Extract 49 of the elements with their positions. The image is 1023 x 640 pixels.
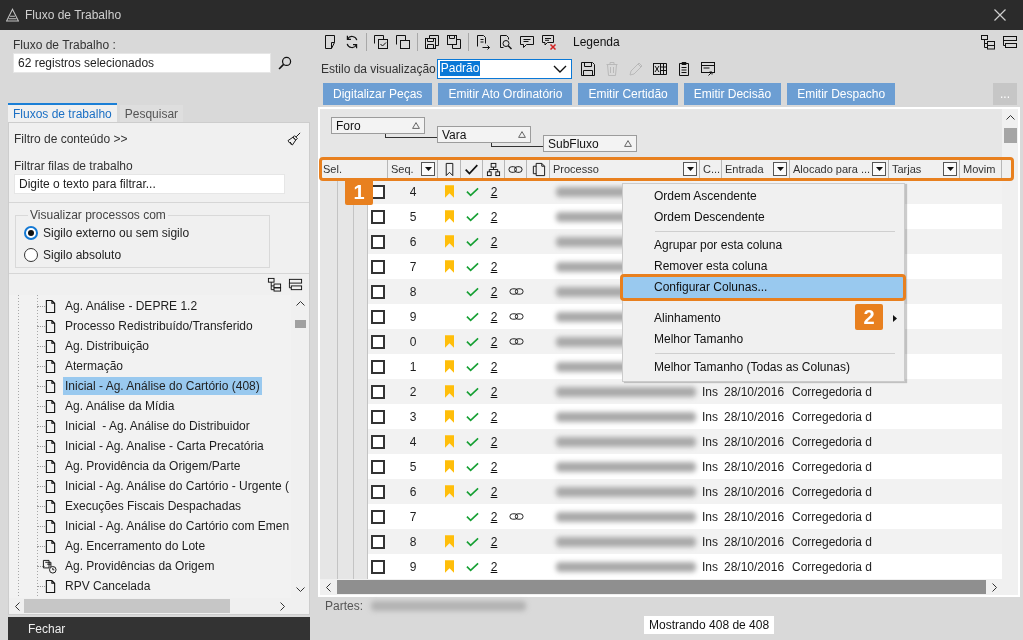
table-cell: 8 — [409, 534, 417, 549]
table-cell-text: 28/10/2016 — [723, 384, 785, 399]
table-cell-text: Corregedoria d — [791, 384, 873, 399]
table-cell-text: Corregedoria d — [791, 484, 873, 499]
table-cell-text: Corregedoria d — [791, 559, 873, 574]
table-cell-text: 28/10/2016 — [723, 484, 785, 499]
table-cell-text: Ins — [701, 409, 718, 424]
table-cell-text: 28/10/2016 — [723, 534, 785, 549]
table-cell: 4 — [409, 184, 417, 199]
table-cell: 9 — [409, 559, 417, 574]
table-cell-text: Ins — [701, 559, 718, 574]
table-cell: 1 — [409, 359, 417, 374]
table-cell: 3 — [409, 409, 417, 424]
table-cell-text: Ins — [701, 434, 718, 449]
table-cell: 6 — [409, 484, 417, 499]
table-cell-text: Ins — [701, 509, 718, 524]
table-cell-text: Ins — [701, 384, 718, 399]
table-cell: 5 — [409, 209, 417, 224]
table-cell: 7 — [409, 509, 417, 524]
callout-badge: 1 — [345, 179, 373, 205]
group-label: Visualizar processos com — [29, 208, 167, 222]
table-cell-text: 28/10/2016 — [723, 509, 785, 524]
field-label: Fluxo de Trabalho : — [13, 38, 117, 52]
table-cell-text: Corregedoria d — [791, 459, 873, 474]
table-cell-text: Ins — [701, 484, 718, 499]
status-text: Mostrando 408 de 408 — [644, 616, 775, 634]
field-label: Partes: — [325, 598, 363, 613]
table-cell: 9 — [409, 309, 417, 324]
table-cell-text: Corregedoria d — [791, 409, 873, 424]
field-label: Estilo da visualização — [321, 61, 436, 76]
table-cell-text: 28/10/2016 — [723, 434, 785, 449]
table-cell: 8 — [409, 284, 417, 299]
table-cell-text: Ins — [701, 459, 718, 474]
table-cell: 0 — [409, 334, 417, 349]
table-cell-text: Corregedoria d — [791, 534, 873, 549]
table-cell-text: 28/10/2016 — [723, 409, 785, 424]
table-cell: 2 — [409, 384, 417, 399]
table-cell-text: 28/10/2016 — [723, 559, 785, 574]
table-cell-text: 28/10/2016 — [723, 459, 785, 474]
table-cell: 7 — [409, 259, 417, 274]
window-title: Fluxo de Trabalho — [25, 8, 122, 22]
field-label: Filtrar filas de trabalho — [14, 159, 134, 173]
table-cell-text: Corregedoria d — [791, 434, 873, 449]
table-cell: 4 — [409, 434, 417, 449]
callout-badge: 2 — [855, 304, 883, 330]
table-cell: 6 — [409, 234, 417, 249]
table-cell-text: Corregedoria d — [791, 509, 873, 524]
table-cell: 5 — [409, 459, 417, 474]
table-cell-text: Ins — [701, 534, 718, 549]
